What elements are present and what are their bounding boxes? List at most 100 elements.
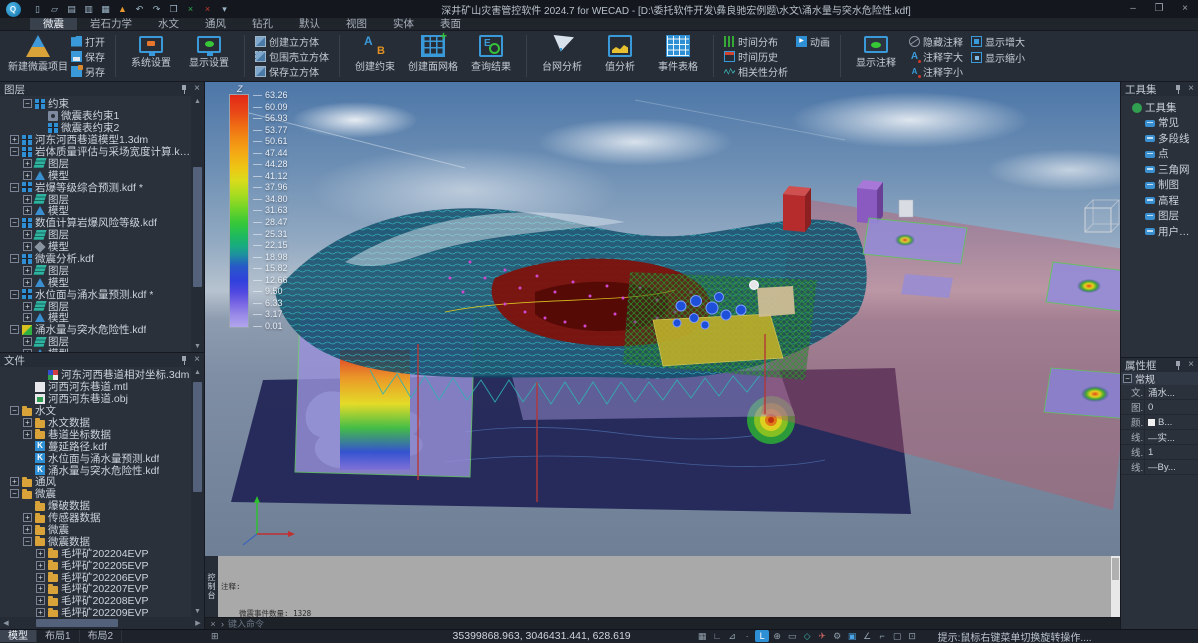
create-mesh-button[interactable]: 创建面网格 (404, 31, 462, 81)
wrap-cube-button[interactable]: 包围壳立方体 (255, 50, 329, 63)
property-row[interactable]: 线... 1 (1121, 445, 1198, 460)
open-file-icon[interactable]: ▱ (47, 2, 62, 16)
expand-toggle-icon[interactable]: + (36, 561, 45, 570)
annotation-font-up-button[interactable]: A注释字大 (909, 50, 963, 63)
system-settings-button[interactable]: 系统设置 (122, 31, 180, 81)
event-table-button[interactable]: 事件表格 (649, 31, 707, 81)
expand-toggle-icon[interactable]: + (23, 159, 32, 168)
toolset-item[interactable]: 点 (1123, 146, 1198, 162)
ribbon-tab[interactable]: 微震 (30, 18, 77, 30)
toolset-item[interactable]: 制图 (1123, 177, 1198, 193)
ribbon-tab[interactable]: 表面 (427, 18, 474, 30)
property-row[interactable]: 文... 涌水... (1121, 385, 1198, 400)
layers-tree-item[interactable]: + 模型 (2, 241, 191, 253)
layers-tree-item[interactable]: − 数值计算岩爆风险等级.kdf (2, 217, 191, 229)
save-as-icon[interactable]: ▥ (81, 2, 96, 16)
restore-button[interactable]: ❐ (1146, 0, 1172, 18)
save-cube-button[interactable]: 保存立方体 (255, 65, 329, 78)
display-zoom-out-button[interactable]: 显示缩小 (971, 51, 1025, 64)
new-layout-button[interactable]: ⊞ (205, 631, 225, 642)
layers-tree-item[interactable]: − 水位面与涌水量预测.kdf * (2, 288, 191, 300)
brand-a-icon[interactable]: ▲ (115, 2, 130, 16)
expand-toggle-icon[interactable]: + (23, 230, 32, 239)
new-microseismic-project-button[interactable]: 新建微震项目 (9, 31, 67, 81)
layers-tree-item[interactable]: + 模型 (2, 348, 191, 352)
correlation-analysis-button[interactable]: 相关性分析 (724, 65, 788, 78)
network-analysis-button[interactable]: 台网分析 (533, 31, 591, 81)
otrack-toggle-icon[interactable]: ◇ (800, 630, 814, 642)
toolset-item[interactable]: 常见 (1123, 115, 1198, 131)
files-tree-item[interactable]: + 传感器数据 (2, 512, 191, 524)
snap-toggle-icon[interactable]: ∟ (710, 630, 724, 642)
model-space-icon[interactable]: ▦ (695, 630, 709, 642)
ribbon-tab[interactable]: 默认 (286, 18, 333, 30)
close-icon[interactable]: × (1188, 84, 1194, 94)
pin-icon[interactable] (1174, 361, 1183, 370)
expand-toggle-icon[interactable]: − (10, 325, 19, 334)
layers-tree-item[interactable]: + 图层 (2, 157, 191, 169)
command-input-placeholder[interactable]: 键入命令 (228, 617, 264, 630)
save-icon[interactable]: ▤ (64, 2, 79, 16)
ribbon-tab[interactable]: 实体 (380, 18, 427, 30)
expand-toggle-icon[interactable]: + (23, 206, 32, 215)
layers-tree-item[interactable]: − 微震分析.kdf (2, 253, 191, 265)
expand-toggle-icon[interactable]: − (10, 489, 19, 498)
redo-icon[interactable]: ↷ (149, 2, 164, 16)
create-cube-button[interactable]: 创建立方体 (255, 35, 329, 48)
command-close-icon[interactable]: × (205, 619, 221, 629)
ribbon-tab[interactable]: 视图 (333, 18, 380, 30)
expand-toggle-icon[interactable]: − (23, 99, 32, 108)
ortho-toggle-icon[interactable]: L (755, 630, 769, 642)
expand-toggle-icon[interactable]: + (23, 195, 32, 204)
lineweight-toggle-icon[interactable]: ▣ (845, 630, 859, 642)
save-as-button[interactable]: 另存 (71, 65, 105, 78)
layers-tree-item[interactable]: + 图层 (2, 336, 191, 348)
expand-toggle-icon[interactable]: + (36, 573, 45, 582)
layers-tree-item[interactable]: + 图层 (2, 264, 191, 276)
expand-toggle-icon[interactable]: + (23, 430, 32, 439)
expand-toggle-icon[interactable]: − (10, 147, 19, 156)
layout-tab[interactable]: 布局1 (37, 630, 80, 642)
hide-annotation-button[interactable]: 隐藏注释 (909, 35, 963, 48)
osnap-toggle-icon[interactable]: ▭ (785, 630, 799, 642)
layers-tree-item[interactable]: + 图层 (2, 300, 191, 312)
expand-toggle-icon[interactable]: + (23, 525, 32, 534)
expand-toggle-icon[interactable]: + (23, 302, 32, 311)
expand-toggle-icon[interactable]: − (10, 406, 19, 415)
close-icon[interactable]: × (1188, 360, 1194, 370)
print-icon[interactable]: ▦ (98, 2, 113, 16)
create-constraint-button[interactable]: 创建约束 (346, 31, 404, 81)
command-line[interactable]: × › 键入命令 (205, 617, 1120, 629)
expand-toggle-icon[interactable]: + (23, 278, 32, 287)
grid-toggle-icon[interactable]: ⊿ (725, 630, 739, 642)
property-row[interactable]: 线... —By... (1121, 460, 1198, 475)
isolate-objects-icon[interactable]: ▢ (890, 630, 904, 642)
property-row[interactable]: 图... 0 (1121, 400, 1198, 415)
viewport-3d[interactable]: Z 63.26 60.09 56.93 53.77 50.61 (205, 82, 1120, 556)
viewport-icon[interactable]: ❒ (166, 2, 181, 16)
close-icon[interactable]: × (194, 355, 200, 365)
files-horizontal-scrollbar[interactable]: ◀ ▶ (0, 617, 204, 629)
angle-toggle-icon[interactable]: ∠ (860, 630, 874, 642)
layers-tree-item[interactable]: − 岩爆等级综合预测.kdf * (2, 181, 191, 193)
units-toggle-icon[interactable]: ⊡ (905, 630, 919, 642)
properties-section-header[interactable]: − 常规 (1121, 372, 1198, 385)
expand-toggle-icon[interactable]: + (23, 337, 32, 346)
time-history-button[interactable]: 时间历史 (724, 50, 788, 63)
console-tab[interactable]: 控制台 (205, 556, 218, 617)
files-vertical-scrollbar[interactable]: ▲ ▼ (191, 367, 204, 617)
toolset-item[interactable]: 三角网 (1123, 162, 1198, 178)
layers-tree-item[interactable]: − 涌水量与突水危险性.kdf (2, 324, 191, 336)
expand-toggle-icon[interactable]: − (10, 254, 19, 263)
query-result-button[interactable]: 查询结果 (462, 31, 520, 81)
close-icon[interactable]: × (194, 84, 200, 94)
expand-toggle-icon[interactable]: + (36, 584, 45, 593)
separator-dot[interactable]: · (740, 630, 754, 642)
files-tree-item[interactable]: − 微震 (2, 488, 191, 500)
show-annotation-button[interactable]: 显示注释 (847, 31, 905, 81)
property-row[interactable]: 线... —实... (1121, 430, 1198, 445)
expand-toggle-icon[interactable]: + (23, 171, 32, 180)
undo-icon[interactable]: ↶ (132, 2, 147, 16)
expand-toggle-icon[interactable]: + (36, 549, 45, 558)
expand-toggle-icon[interactable]: + (23, 313, 32, 322)
